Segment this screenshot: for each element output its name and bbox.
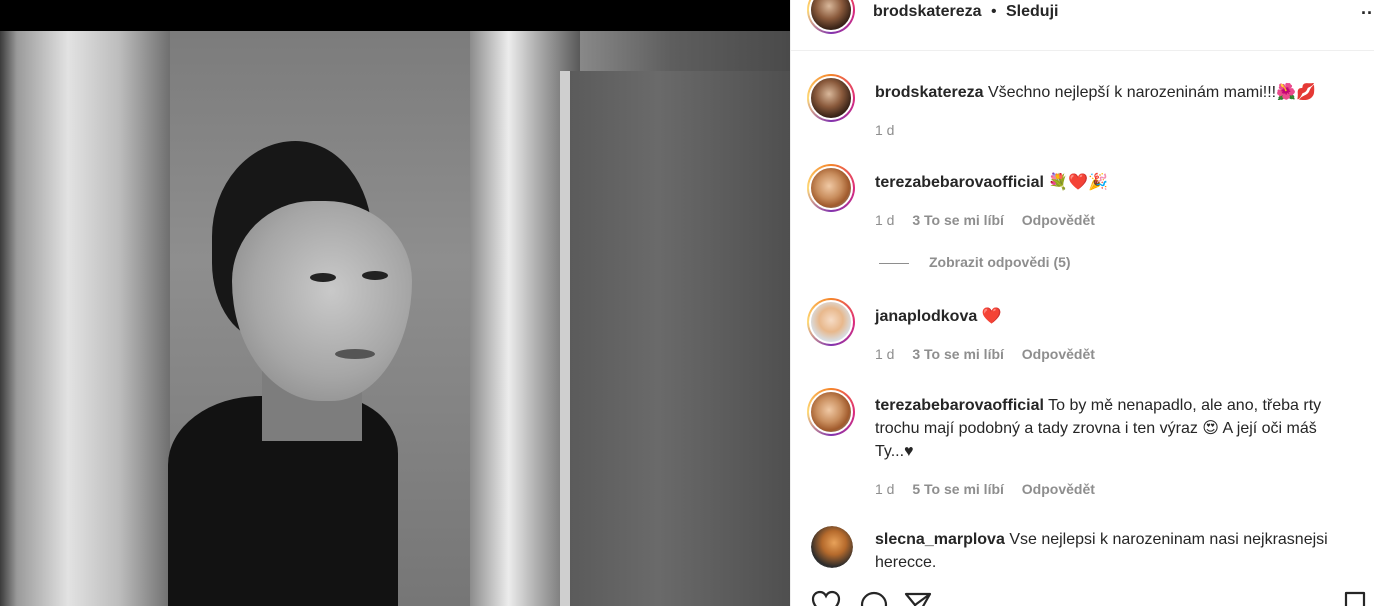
post-photo[interactable] bbox=[0, 31, 790, 606]
post-sidebar: brodskatereza • Sleduji ... brodskaterez… bbox=[790, 0, 1374, 606]
comment-meta: 1 d 5 To se mi líbí Odpovědět bbox=[875, 481, 1109, 497]
comment-username[interactable]: brodskatereza bbox=[875, 84, 984, 101]
comment-likes[interactable]: 5 To se mi líbí bbox=[912, 481, 1004, 497]
reply-button[interactable]: Odpovědět bbox=[1022, 481, 1095, 497]
commenter-avatar[interactable] bbox=[807, 388, 855, 436]
comment-meta: 1 d 3 To se mi líbí Odpovědět bbox=[875, 212, 1109, 228]
comment-username[interactable]: terezabebarovaofficial bbox=[875, 174, 1044, 191]
comment-likes[interactable]: 3 To se mi líbí bbox=[912, 346, 1004, 362]
photo-figure-eye bbox=[362, 271, 388, 280]
comment-meta: 1 d bbox=[875, 122, 908, 138]
reply-button[interactable]: Odpovědět bbox=[1022, 212, 1095, 228]
comment-time[interactable]: 1 d bbox=[875, 346, 894, 362]
comment-likes[interactable]: 3 To se mi líbí bbox=[912, 212, 1004, 228]
author-avatar[interactable] bbox=[807, 0, 855, 34]
comment-item: janaplodkova ❤️ 1 d 3 To se mi líbí Odpo… bbox=[791, 296, 1374, 376]
heart-icon[interactable] bbox=[811, 590, 841, 606]
replies-divider bbox=[879, 262, 909, 264]
photo-figure-lips bbox=[335, 349, 375, 359]
comment-text: slecna_marplova Vse nejlepsi k narozenin… bbox=[875, 528, 1355, 574]
commenter-avatar[interactable] bbox=[807, 74, 855, 122]
bookmark-icon[interactable] bbox=[1343, 590, 1367, 606]
comment-meta: 1 d 3 To se mi líbí Odpovědět bbox=[875, 346, 1109, 362]
commenter-avatar[interactable] bbox=[811, 526, 853, 568]
comment-body: Všechno nejlepší k narozeninám mami!!! bbox=[987, 84, 1277, 101]
share-icon[interactable] bbox=[903, 590, 933, 606]
comment-item: terezabebarovaofficial To by mě nenapadl… bbox=[791, 386, 1374, 506]
comment-emojis: 💐❤️🎉 bbox=[1048, 172, 1109, 191]
comment-text: terezabebarovaofficial To by mě nenapadl… bbox=[875, 394, 1355, 463]
post-header: brodskatereza • Sleduji ... bbox=[791, 0, 1374, 51]
caption-text: brodskatereza Všechno nejlepší k narozen… bbox=[875, 80, 1355, 104]
comment-time[interactable]: 1 d bbox=[875, 122, 894, 138]
header-separator: • bbox=[991, 3, 997, 20]
photo-figure-eye bbox=[310, 273, 336, 282]
reply-button[interactable]: Odpovědět bbox=[1022, 346, 1095, 362]
comment-emojis: ❤️ bbox=[981, 306, 1002, 325]
view-replies-label: Zobrazit odpovědi (5) bbox=[929, 254, 1071, 270]
comment-item: slecna_marplova Vse nejlepsi k narozenin… bbox=[791, 522, 1374, 582]
comment-username[interactable]: janaplodkova bbox=[875, 308, 977, 325]
photo-door-frame bbox=[0, 31, 170, 606]
commenter-avatar[interactable] bbox=[807, 164, 855, 212]
view-replies-button[interactable]: Zobrazit odpovědi (5) bbox=[879, 254, 1071, 270]
following-button[interactable]: Sleduji bbox=[1006, 3, 1058, 21]
comment-icon[interactable] bbox=[859, 590, 889, 606]
comment-username[interactable]: terezabebarovaofficial bbox=[875, 397, 1044, 414]
author-username[interactable]: brodskatereza bbox=[873, 3, 982, 21]
comment-time[interactable]: 1 d bbox=[875, 481, 894, 497]
image-top-bar bbox=[0, 0, 790, 31]
comment-emojis: 🌺💋 bbox=[1276, 82, 1316, 101]
post-image-pane bbox=[0, 0, 790, 606]
more-options-icon[interactable]: ... bbox=[1361, 0, 1374, 19]
photo-door bbox=[560, 71, 790, 606]
comment-text: terezabebarovaofficial 💐❤️🎉 bbox=[875, 170, 1355, 194]
comment-time[interactable]: 1 d bbox=[875, 212, 894, 228]
comment-text: janaplodkova ❤️ bbox=[875, 304, 1355, 328]
post-actions bbox=[811, 590, 1371, 606]
caption: brodskatereza Všechno nejlepší k narozen… bbox=[791, 72, 1374, 142]
commenter-avatar[interactable] bbox=[807, 298, 855, 346]
comment-username[interactable]: slecna_marplova bbox=[875, 531, 1005, 548]
